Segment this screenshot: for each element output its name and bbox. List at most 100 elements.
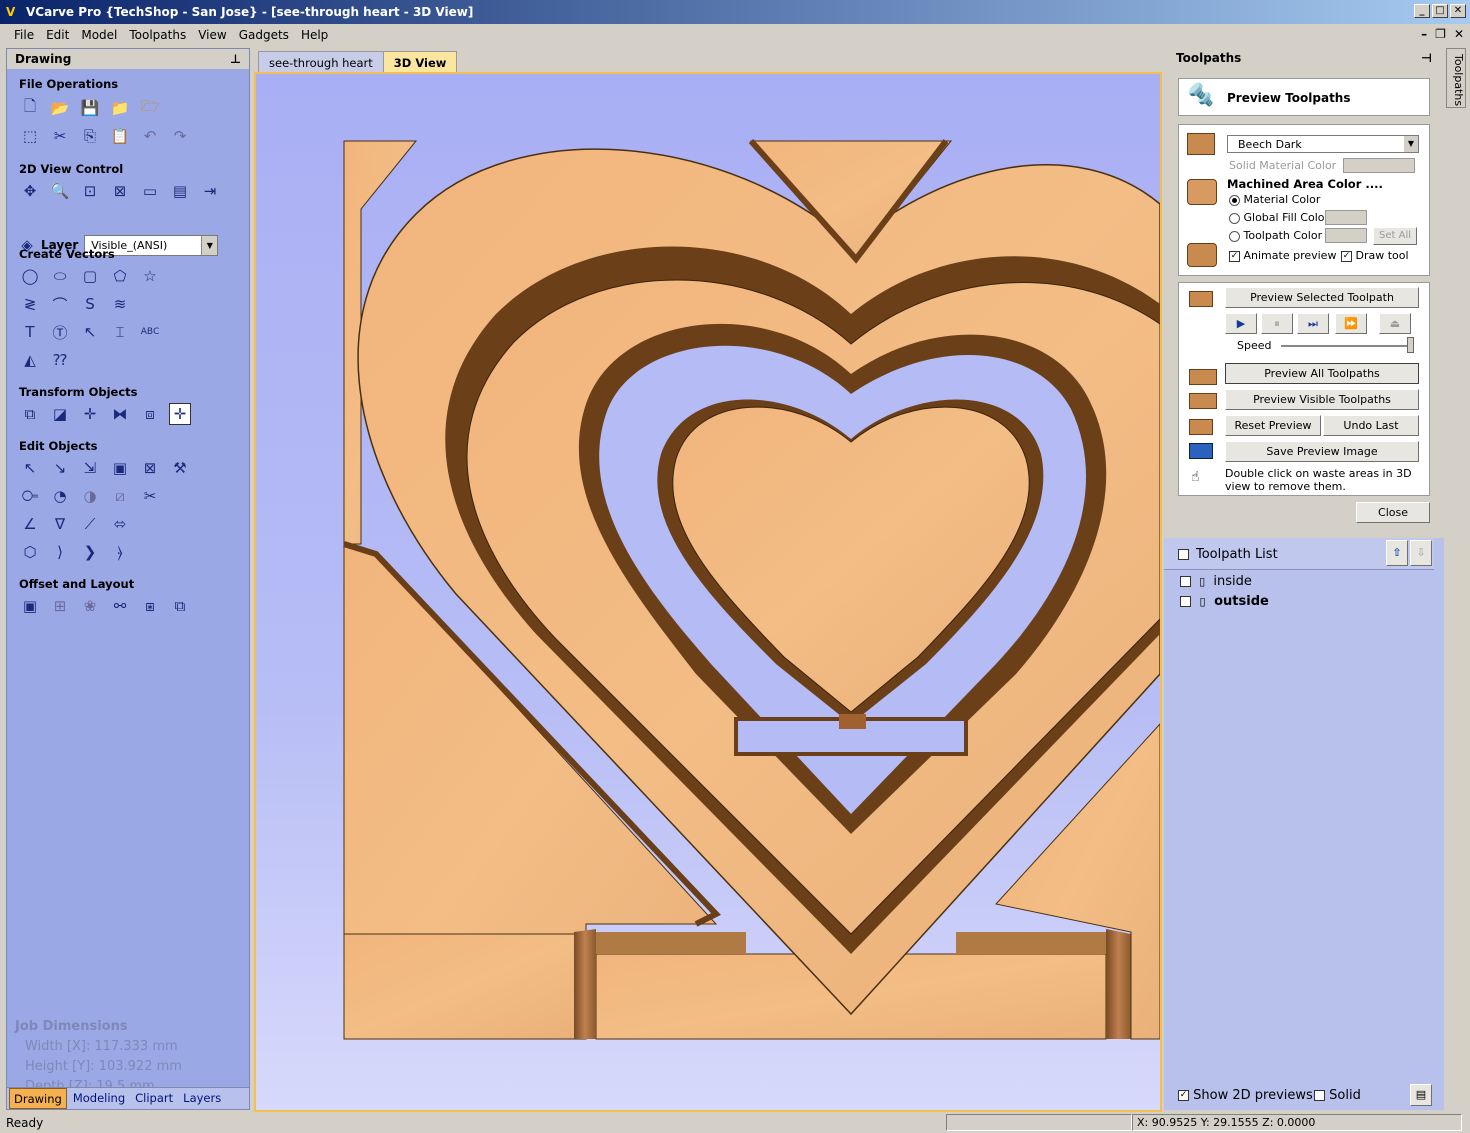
play-icon[interactable]: ▶ bbox=[1225, 313, 1257, 334]
layout-icon[interactable]: ⧉ bbox=[169, 595, 191, 617]
import-bitmap-icon[interactable]: 🗁 bbox=[139, 97, 161, 119]
toolpath-list-select-all-checkbox[interactable] bbox=[1178, 549, 1189, 560]
reset-preview-button[interactable]: Reset Preview bbox=[1225, 415, 1321, 436]
maximize-button[interactable]: □ bbox=[1432, 4, 1448, 18]
menu-toolpaths[interactable]: Toolpaths bbox=[123, 28, 192, 42]
text-box-icon[interactable]: Ⓣ bbox=[49, 321, 71, 343]
solid-material-color-swatch[interactable] bbox=[1343, 158, 1415, 173]
tab-3d-view[interactable]: 3D View bbox=[382, 51, 458, 74]
curve-icon[interactable]: S bbox=[79, 293, 101, 315]
move-up-icon[interactable]: ⇧ bbox=[1386, 540, 1408, 566]
menu-edit[interactable]: Edit bbox=[40, 28, 75, 42]
menu-help[interactable]: Help bbox=[295, 28, 334, 42]
switch-3d-icon[interactable]: ⇥ bbox=[199, 180, 221, 202]
tab-see-through-heart[interactable]: see-through heart bbox=[258, 51, 384, 74]
interactive-transform-icon[interactable]: ⇲ bbox=[79, 457, 101, 479]
tab-drawing[interactable]: Drawing bbox=[9, 1088, 67, 1109]
text-icon[interactable]: T bbox=[19, 321, 41, 343]
speed-slider-thumb[interactable] bbox=[1407, 337, 1414, 353]
join-icon[interactable]: ⬄ bbox=[109, 513, 131, 535]
set-all-button[interactable]: Set All bbox=[1373, 227, 1417, 245]
arc-icon[interactable]: ⌒ bbox=[49, 293, 71, 315]
array-copy-icon[interactable]: ⊞ bbox=[49, 595, 71, 617]
tab-layers[interactable]: Layers bbox=[179, 1088, 225, 1109]
tab-modeling[interactable]: Modeling bbox=[69, 1088, 129, 1109]
mirror-icon[interactable]: ⧓ bbox=[109, 403, 131, 425]
distort-icon[interactable]: ⧈ bbox=[139, 403, 161, 425]
star-icon[interactable]: ☆ bbox=[139, 265, 161, 287]
zoom-icon[interactable]: 🔍 bbox=[49, 180, 71, 202]
polygon-icon[interactable]: ⬠ bbox=[109, 265, 131, 287]
intersect-icon[interactable]: ◑ bbox=[79, 485, 101, 507]
close-preview-button[interactable]: Close bbox=[1356, 502, 1430, 523]
node-edit-icon[interactable]: ↘ bbox=[49, 457, 71, 479]
smooth-icon[interactable]: ❯ bbox=[79, 541, 101, 563]
solid-checkbox[interactable]: Solid bbox=[1314, 1088, 1361, 1103]
scissors-icon[interactable]: ✂ bbox=[139, 485, 161, 507]
new-file-icon[interactable]: 🗋 bbox=[19, 97, 41, 119]
pan-icon[interactable]: ✥ bbox=[19, 180, 41, 202]
toolpath-inside-checkbox[interactable] bbox=[1180, 576, 1191, 587]
pin-icon[interactable]: ⊥ bbox=[230, 52, 241, 66]
fillet-icon[interactable]: ∠ bbox=[19, 513, 41, 535]
redo-icon[interactable]: ↷ bbox=[169, 125, 191, 147]
arc-text-icon[interactable]: ABC bbox=[139, 321, 161, 343]
minimize-button[interactable]: _ bbox=[1414, 4, 1430, 18]
3d-view-canvas[interactable] bbox=[254, 72, 1162, 1112]
rectangle-icon[interactable]: ▢ bbox=[79, 265, 101, 287]
zoom-selection-icon[interactable]: ⊠ bbox=[109, 180, 131, 202]
weld-icon[interactable]: ⧃ bbox=[19, 485, 41, 507]
dimension-icon[interactable]: ⁇ bbox=[49, 349, 71, 371]
circle-icon[interactable]: ◯ bbox=[19, 265, 41, 287]
polyline-icon[interactable]: ≷ bbox=[19, 293, 41, 315]
undo-icon[interactable]: ↶ bbox=[139, 125, 161, 147]
group-icon[interactable]: ▣ bbox=[109, 457, 131, 479]
pin-icon[interactable]: ⊣ bbox=[1421, 51, 1432, 65]
radio-global-fill-color[interactable]: Global Fill Color bbox=[1229, 211, 1329, 224]
undo-last-button[interactable]: Undo Last bbox=[1323, 415, 1419, 436]
toggle-material-icon[interactable]: ▭ bbox=[139, 180, 161, 202]
preview-visible-toolpaths-button[interactable]: Preview Visible Toolpaths bbox=[1225, 389, 1419, 410]
ellipse-icon[interactable]: ⬭ bbox=[49, 265, 71, 287]
menu-model[interactable]: Model bbox=[75, 28, 123, 42]
curve-fit-icon[interactable]: ⦒ bbox=[109, 541, 131, 563]
menu-gadgets[interactable]: Gadgets bbox=[233, 28, 295, 42]
toolpath-color-swatch[interactable] bbox=[1325, 228, 1367, 243]
speed-slider-track[interactable] bbox=[1281, 345, 1411, 347]
cut-icon[interactable]: ✂ bbox=[49, 125, 71, 147]
draw-tool-checkbox[interactable]: ✓ Draw tool bbox=[1341, 249, 1409, 262]
animate-preview-check[interactable]: ✓ bbox=[1229, 250, 1240, 262]
trace-bitmap-icon[interactable]: ◭ bbox=[19, 349, 41, 371]
tab-clipart[interactable]: Clipart bbox=[131, 1088, 177, 1109]
step-forward-icon[interactable]: ⏭ bbox=[1297, 313, 1329, 334]
fast-forward-icon[interactable]: ⏩ bbox=[1335, 313, 1367, 334]
close-button[interactable]: ✕ bbox=[1450, 4, 1466, 18]
spiral-icon[interactable]: ≋ bbox=[109, 293, 131, 315]
auto-layout-text-icon[interactable]: ⌶ bbox=[109, 321, 131, 343]
radio-global-fill-indicator[interactable] bbox=[1229, 212, 1240, 224]
paste-icon[interactable]: 📋 bbox=[109, 125, 131, 147]
open-file-icon[interactable]: 📂 bbox=[49, 97, 71, 119]
close-vectors-icon[interactable]: ⬡ bbox=[19, 541, 41, 563]
select-all-icon[interactable]: ⬚ bbox=[19, 125, 41, 147]
toolpath-summary-icon[interactable]: ▤ bbox=[1410, 1084, 1432, 1106]
solid-check[interactable] bbox=[1314, 1090, 1325, 1101]
mdi-close-icon[interactable]: ✕ bbox=[1454, 27, 1464, 41]
draw-tool-check[interactable]: ✓ bbox=[1341, 250, 1352, 262]
set-size-icon[interactable]: ◪ bbox=[49, 403, 71, 425]
toolpath-item-outside[interactable]: ▯ outside bbox=[1180, 594, 1269, 609]
save-file-icon[interactable]: 💾 bbox=[79, 97, 101, 119]
extend-icon[interactable]: ⟋ bbox=[79, 513, 101, 535]
preview-selected-toolpath-button[interactable]: Preview Selected Toolpath bbox=[1225, 287, 1419, 308]
radio-toolpath-color-indicator[interactable] bbox=[1229, 230, 1240, 242]
material-select[interactable]: Beech Dark ▼ bbox=[1227, 135, 1419, 153]
nesting-icon[interactable]: ⧆ bbox=[139, 595, 161, 617]
show-2d-previews-checkbox[interactable]: ✓ Show 2D previews bbox=[1178, 1088, 1313, 1103]
toggle-grid-icon[interactable]: ▤ bbox=[169, 180, 191, 202]
preview-all-toolpaths-button[interactable]: Preview All Toolpaths bbox=[1225, 363, 1419, 384]
copy-icon[interactable]: ⎘ bbox=[79, 125, 101, 147]
text-on-curve-icon[interactable]: ↖ bbox=[79, 321, 101, 343]
toolpath-item-inside[interactable]: ▯ inside bbox=[1180, 574, 1252, 589]
global-fill-color-swatch[interactable] bbox=[1325, 210, 1367, 225]
mdi-minimize-icon[interactable]: – bbox=[1421, 27, 1427, 41]
